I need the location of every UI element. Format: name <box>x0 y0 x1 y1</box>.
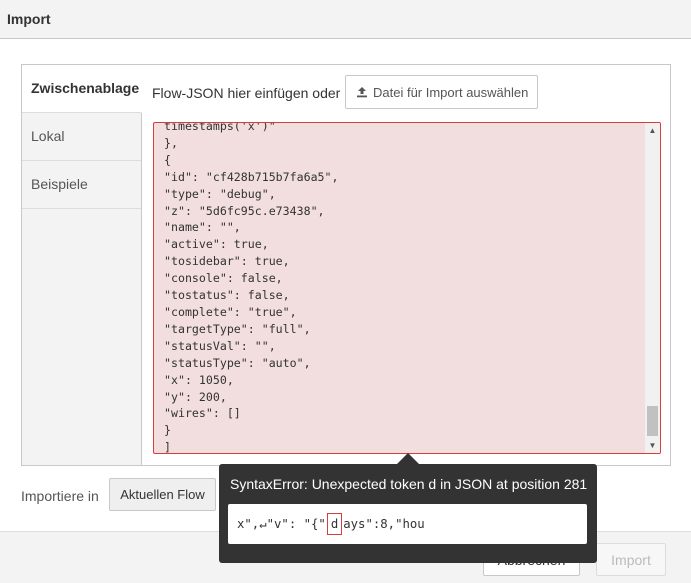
tooltip-arrow <box>397 453 419 464</box>
code-line: "complete": "true", <box>164 304 297 319</box>
error-tooltip: SyntaxError: Unexpected token d in JSON … <box>219 464 597 563</box>
select-file-button[interactable]: Datei für Import auswählen <box>345 75 538 109</box>
triangle-up-icon[interactable]: ▲ <box>645 123 660 138</box>
code-line: "statusVal": "", <box>164 338 276 353</box>
scrollbar-thumb[interactable] <box>647 406 658 436</box>
code-line: "wires": [] <box>164 406 241 421</box>
code-line: "type": "debug", <box>164 186 276 201</box>
error-message: SyntaxError: Unexpected token d in JSON … <box>230 476 588 492</box>
select-file-button-label: Datei für Import auswählen <box>373 84 529 100</box>
tab-examples[interactable]: Beispiele <box>22 161 141 209</box>
code-line: "x": 1050, <box>164 372 234 387</box>
import-button[interactable]: Import <box>596 543 666 576</box>
import-source-tabs: Zwischenablage Lokal Beispiele <box>22 65 142 465</box>
code-line: "active": true, <box>164 237 269 252</box>
code-line: ] <box>164 440 171 454</box>
code-line: "tosidebar": true, <box>164 254 290 269</box>
import-panel: Zwischenablage Lokal Beispiele Flow-JSON… <box>21 64 671 466</box>
flow-json-content: timestamps('x')"}, { "id": "cf428b715b7fa6… <box>164 122 339 454</box>
code-line: timestamps('x')" <box>164 122 276 133</box>
dialog-title: Import <box>7 11 51 27</box>
current-flow-button[interactable]: Aktuellen Flow <box>109 478 216 511</box>
code-line: "z": "5d6fc95c.e73438", <box>164 203 325 218</box>
upload-icon <box>357 87 367 98</box>
code-line: "id": "cf428b715b7fa6a5", <box>164 169 339 184</box>
flow-json-textarea[interactable]: timestamps('x')"}, { "id": "cf428b715b7fa6… <box>153 122 661 454</box>
tab-local[interactable]: Lokal <box>22 113 141 161</box>
code-line: } <box>164 423 171 438</box>
code-line: "statusType": "auto", <box>164 355 311 370</box>
code-line: { <box>164 152 171 167</box>
code-line: "name": "", <box>164 220 241 235</box>
clipboard-intro-text: Flow-JSON hier einfügen oder <box>152 85 341 101</box>
code-line: "console": false, <box>164 271 283 286</box>
code-line: }, <box>164 135 178 150</box>
error-snippet: x",↵"v": "{" d ays":8,"hou <box>228 504 587 544</box>
editor-scrollbar[interactable]: ▲ ▼ <box>645 123 660 453</box>
dialog-header: Import <box>0 0 691 39</box>
snippet-error-char: d <box>326 513 343 535</box>
import-target-label: Importiere in <box>21 488 99 504</box>
snippet-before: x",↵"v": "{" <box>237 517 326 531</box>
code-line: "y": 200, <box>164 389 227 404</box>
tab-clipboard[interactable]: Zwischenablage <box>22 65 142 113</box>
triangle-down-icon[interactable]: ▼ <box>645 438 660 453</box>
snippet-after: ays":8,"hou <box>343 517 425 531</box>
code-line: "targetType": "full", <box>164 321 311 336</box>
code-line: "tostatus": false, <box>164 288 290 303</box>
